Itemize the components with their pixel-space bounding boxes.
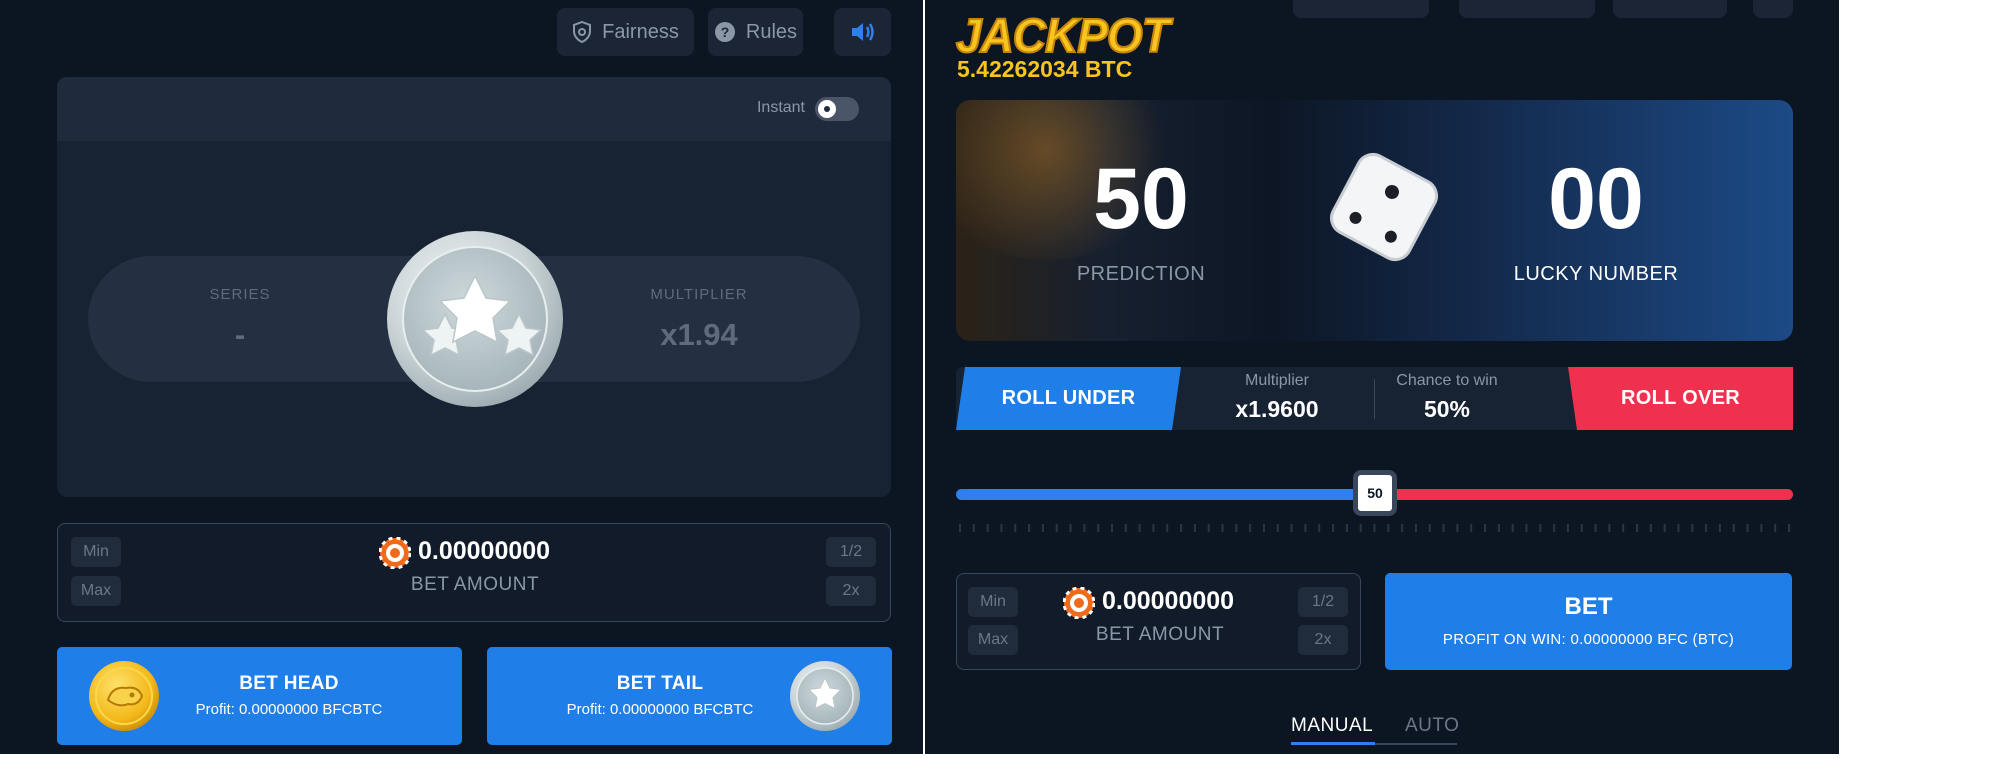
prediction-value: 50 — [1093, 151, 1189, 247]
bet-tail-button[interactable]: BET TAIL Profit: 0.00000000 BFCBTC — [487, 647, 892, 745]
roll-multiplier-label: Multiplier — [1244, 372, 1309, 389]
fairness-button[interactable]: Fairness — [557, 8, 694, 56]
partial-rules-button[interactable] — [1613, 0, 1727, 18]
chance-label: Chance to win — [1396, 372, 1498, 389]
chance-value[interactable]: 50% — [1367, 396, 1527, 423]
double-button[interactable]: 2x — [826, 576, 876, 606]
half-button[interactable]: 1/2 — [826, 537, 876, 567]
bet-head-profit-label: Profit: — [195, 701, 235, 718]
silver-star-coin-icon — [386, 230, 564, 408]
slider-track-over[interactable] — [1375, 489, 1793, 500]
game-header: Instant — [57, 77, 891, 141]
roll-multiplier-value[interactable]: x1.9600 — [1197, 396, 1357, 423]
toggle-knob — [818, 100, 836, 118]
silver-tail-coin-icon — [789, 660, 861, 732]
slider-ticks — [959, 524, 1790, 532]
tab-underline-inactive — [1375, 743, 1457, 745]
dice-panel: JACKPOT 5.42262034 BTC 50 PREDICTION 00 … — [925, 0, 1839, 754]
dice-bet-amount-label: BET AMOUNT — [1095, 624, 1225, 645]
partial-toggle-button[interactable] — [1293, 0, 1429, 18]
tab-manual[interactable]: MANUAL — [1291, 715, 1373, 737]
max-button[interactable]: Max — [71, 576, 121, 606]
tab-auto[interactable]: AUTO — [1405, 715, 1459, 737]
slider-track-under[interactable] — [956, 489, 1375, 500]
dice-icon — [1319, 142, 1449, 272]
roll-under-button[interactable]: ROLL UNDER — [956, 367, 1181, 430]
dice-half-button[interactable]: 1/2 — [1298, 587, 1348, 617]
dice-result-display: 50 PREDICTION 00 LUCKY NUMBER — [956, 100, 1793, 341]
slider-handle[interactable]: 50 — [1353, 470, 1397, 516]
series-label: SERIES — [209, 286, 271, 303]
lucky-number-label: LUCKY NUMBER — [1513, 263, 1679, 285]
bet-head-button[interactable]: BET HEAD Profit: 0.00000000 BFCBTC — [57, 647, 462, 745]
multiplier-value: x1.94 — [660, 317, 738, 352]
bet-amount-label: BET AMOUNT — [410, 574, 540, 595]
dice-bfc-chip-icon — [1062, 586, 1096, 620]
tab-underline-active — [1291, 742, 1375, 745]
bfc-chip-icon — [378, 536, 412, 570]
speaker-icon — [850, 21, 876, 43]
partial-sound-button[interactable] — [1753, 0, 1793, 18]
bet-head-profit-value: 0.00000000 BFCBTC — [238, 701, 383, 718]
lucky-number-value: 00 — [1548, 151, 1644, 247]
shield-icon — [572, 21, 592, 43]
dice-double-button[interactable]: 2x — [1298, 625, 1348, 655]
roll-over-button[interactable]: ROLL OVER — [1568, 367, 1793, 430]
sound-button[interactable] — [834, 8, 891, 56]
dice-max-button[interactable]: Max — [968, 625, 1018, 655]
dice-min-button[interactable]: Min — [968, 587, 1018, 617]
prediction-label: PREDICTION — [1076, 263, 1206, 285]
svg-text:?: ? — [721, 24, 730, 40]
question-icon: ? — [714, 21, 736, 43]
bet-tail-title: BET TAIL — [616, 673, 704, 694]
dice-bet-amount-value[interactable]: 0.00000000 — [1102, 587, 1234, 616]
bet-tail-profit-value: 0.00000000 BFCBTC — [609, 701, 754, 718]
bet-amount-value[interactable]: 0.00000000 — [418, 537, 550, 566]
multiplier-label: MULTIPLIER — [650, 286, 748, 303]
partial-fairness-button[interactable] — [1459, 0, 1595, 18]
coinflip-panel: Fairness ? Rules Instant SERIES - MULTIP… — [0, 0, 924, 754]
bet-tail-profit-label: Profit: — [566, 701, 606, 718]
roll-control-bar: ROLL UNDER Multiplier x1.9600 Chance to … — [956, 367, 1793, 430]
jackpot-amount: 5.42262034 BTC — [957, 56, 1133, 82]
min-button[interactable]: Min — [71, 537, 121, 567]
profit-on-win: PROFIT ON WIN: 0.00000000 BFC (BTC) — [1442, 631, 1735, 648]
rules-button[interactable]: ? Rules — [708, 8, 803, 56]
jackpot-title: JACKPOT — [955, 7, 1171, 64]
instant-label: Instant — [756, 99, 805, 116]
series-value: - — [234, 317, 246, 352]
coinflip-game-area: Instant SERIES - MULTIPLIER x1.94 — [57, 77, 891, 497]
gold-head-coin-icon — [88, 660, 160, 732]
bet-button-title: BET — [1564, 593, 1613, 620]
bet-amount-box: Min Max 1/2 2x 0.00000000 BET AMOUNT — [57, 523, 891, 622]
instant-toggle[interactable] — [815, 97, 859, 121]
rules-label: Rules — [745, 20, 798, 43]
bet-head-title: BET HEAD — [239, 673, 339, 694]
fairness-label: Fairness — [602, 20, 679, 43]
dice-bet-amount-box: Min Max 1/2 2x 0.00000000 BET AMOUNT — [956, 573, 1361, 670]
bet-button[interactable]: BET PROFIT ON WIN: 0.00000000 BFC (BTC) — [1385, 573, 1792, 670]
